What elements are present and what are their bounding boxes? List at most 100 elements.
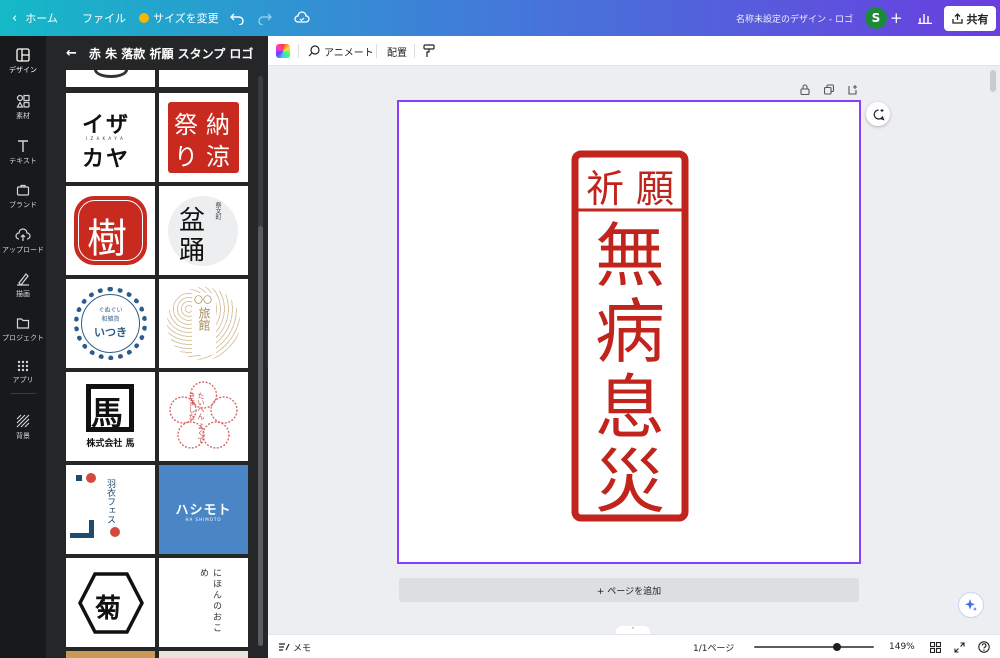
left-rail: デザイン 素材 テキスト ブランド アップロード 描画 プロジェクト アプリ 背…	[0, 36, 46, 658]
color-button[interactable]	[276, 36, 290, 66]
stamp-char: 無	[595, 215, 665, 297]
comment-button[interactable]	[866, 102, 890, 126]
undo-button[interactable]	[230, 0, 244, 36]
template-tile-ryokan[interactable]: 〇〇 旅館	[159, 279, 248, 368]
tile-subtext: 祭文町	[214, 202, 221, 220]
file-menu-button[interactable]: ファイル	[82, 0, 126, 36]
folder-icon	[16, 318, 30, 329]
fullscreen-button[interactable]	[954, 635, 965, 658]
add-page-icon[interactable]	[848, 84, 858, 95]
tile-subtext: ぐぬぐい	[98, 307, 123, 314]
rail-item-design[interactable]: デザイン	[0, 42, 46, 76]
template-tile-noryo[interactable]: 祭 納 り 涼	[159, 93, 248, 182]
template-tile[interactable]	[159, 70, 248, 87]
editor-toolbar: アニメート 配置	[268, 36, 1000, 66]
prayer-stamp-logo[interactable]: 祈 願 無 病 息 災	[399, 102, 859, 562]
animate-button[interactable]: アニメート	[308, 36, 374, 66]
rail-label: プロジェクト	[2, 334, 44, 342]
template-tile-okome[interactable]: にほんのおこめ	[159, 558, 248, 647]
upload-icon	[951, 13, 963, 24]
rail-label: ブランド	[9, 201, 37, 209]
toolbar-divider	[414, 44, 415, 58]
home-button[interactable]: ‹ ホーム	[12, 0, 58, 36]
rail-label: 素材	[16, 112, 30, 120]
avatar-button[interactable]: S	[865, 0, 887, 36]
chevron-left-icon: ‹	[12, 10, 18, 26]
fullscreen-icon	[954, 641, 965, 653]
template-tile-hagoromo[interactable]: 羽衣フェス	[66, 465, 155, 554]
template-tile-bon-odori[interactable]: 盆 踊 祭文町	[159, 186, 248, 275]
template-tile[interactable]	[159, 651, 248, 658]
rail-label: デザイン	[9, 66, 37, 74]
document-title[interactable]: 名称未設定のデザイン - ロゴ	[736, 0, 853, 36]
rail-item-projects[interactable]: プロジェクト	[0, 316, 46, 343]
rail-item-uploads[interactable]: アップロード	[0, 228, 46, 255]
duplicate-icon[interactable]	[824, 84, 834, 95]
template-tile-hashimoto[interactable]: ハシモト HA SHIMOTO	[159, 465, 248, 554]
tile-text: 樹	[87, 216, 127, 262]
redo-button[interactable]	[258, 0, 272, 36]
resize-button[interactable]: サイズを変更	[139, 0, 219, 36]
rail-item-elements[interactable]: 素材	[0, 94, 46, 121]
rail-item-background[interactable]: 背景	[0, 414, 46, 441]
notes-button[interactable]: メモ	[278, 635, 311, 658]
share-label: 共有	[966, 12, 989, 26]
file-label: ファイル	[82, 12, 126, 25]
zoom-slider-thumb[interactable]	[833, 643, 841, 651]
cloud-save-button[interactable]	[294, 0, 310, 36]
template-tile-itsuki-kanji[interactable]: 樹	[66, 186, 155, 275]
template-tile-kiku[interactable]: 菊	[66, 558, 155, 647]
expand-pages-tab[interactable]: ˄	[616, 626, 650, 634]
plus-icon: +	[890, 9, 903, 27]
template-tile-uma[interactable]: 馬 株式会社 馬	[66, 372, 155, 461]
template-tile-izakaya[interactable]: イザ I Z A K A Y A カヤ	[66, 93, 155, 182]
template-tile-sakura[interactable]: たいへん よくできました	[159, 372, 248, 461]
lock-icon[interactable]	[800, 84, 810, 95]
magic-assistant-button[interactable]	[958, 592, 984, 618]
tile-text: 菊	[95, 594, 122, 624]
zoom-level-button[interactable]: 149%	[889, 635, 915, 658]
paint-format-button[interactable]	[423, 36, 435, 66]
stamp-char: 息	[595, 367, 665, 449]
template-tile[interactable]	[66, 651, 155, 658]
crown-icon	[139, 13, 149, 23]
rail-label: アプリ	[12, 376, 34, 384]
tile-text: にほんのおこめ	[198, 568, 221, 634]
grid-view-button[interactable]	[930, 635, 941, 658]
rail-item-text[interactable]: テキスト	[0, 139, 46, 166]
tile-text: 踊	[179, 236, 206, 266]
rail-item-draw[interactable]: 描画	[0, 272, 46, 299]
panel-title: 赤 朱 落款 祈願 スタンプ ロゴ	[88, 46, 254, 61]
add-member-button[interactable]: +	[890, 0, 903, 36]
position-button[interactable]: 配置	[387, 36, 407, 66]
canvas-scrollbar[interactable]	[990, 70, 996, 92]
share-button[interactable]: 共有	[944, 6, 996, 31]
tile-text: いつき	[94, 326, 127, 339]
rail-label: 背景	[16, 432, 30, 440]
color-wheel-icon	[276, 44, 290, 58]
animate-icon	[308, 45, 320, 57]
hatch-icon	[16, 414, 30, 428]
tile-text: イザ	[82, 113, 131, 138]
cloud-upload-icon	[15, 228, 31, 241]
avatar: S	[865, 7, 887, 29]
back-arrow-icon[interactable]: ←	[66, 46, 77, 61]
rail-label: テキスト	[9, 157, 37, 165]
apps-grid-icon	[17, 360, 29, 372]
redo-icon	[258, 13, 272, 25]
home-label: ホーム	[25, 12, 58, 25]
template-tile[interactable]	[66, 70, 155, 87]
rail-item-apps[interactable]: アプリ	[0, 360, 46, 385]
add-page-button[interactable]: + ページを追加	[399, 578, 859, 602]
template-tile-itsuki[interactable]: ぐぬぐい 和雑貨 いつき	[66, 279, 155, 368]
rail-item-brand[interactable]: ブランド	[0, 183, 46, 210]
help-icon	[978, 641, 990, 653]
design-page[interactable]: 祈 願 無 病 息 災	[397, 100, 861, 564]
position-label: 配置	[387, 47, 407, 59]
page-count-button[interactable]: 1/1ページ	[693, 635, 734, 658]
panel-scrollbar-thumb[interactable]	[258, 226, 263, 646]
bottom-bar: メモ 1/1ページ 149%	[268, 634, 1000, 658]
insights-button[interactable]	[918, 0, 932, 36]
help-button[interactable]	[978, 635, 990, 658]
zoom-slider-track[interactable]	[754, 646, 874, 648]
